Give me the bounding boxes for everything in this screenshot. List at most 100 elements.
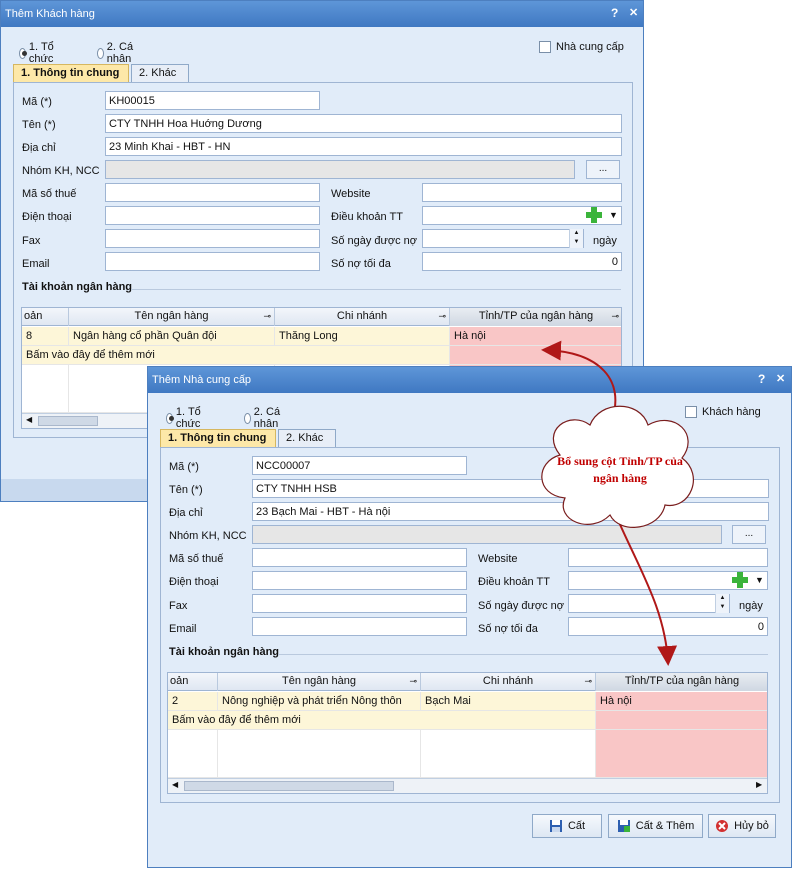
col-header-branch[interactable]: Chi nhánh ⊸ bbox=[275, 308, 450, 326]
col-header-account[interactable]: oản bbox=[168, 673, 218, 691]
close-button[interactable]: ✕ bbox=[776, 372, 785, 385]
pin-icon: ⊸ bbox=[584, 676, 592, 686]
plus-icon[interactable] bbox=[731, 571, 749, 589]
grid-cell-bank-name[interactable]: Ngân hàng cổ phần Quân đội bbox=[69, 327, 275, 346]
spinner-arrows-icon[interactable]: ▲ ▼ bbox=[569, 229, 583, 248]
col-header-branch[interactable]: Chi nhánh ⊸ bbox=[421, 673, 596, 691]
radio-person[interactable]: 2. Cá nhân bbox=[244, 406, 282, 430]
grid-empty-cell bbox=[596, 730, 767, 778]
address-input[interactable]: 23 Minh Khai - HBT - HN bbox=[105, 137, 622, 156]
label-name: Tên (*) bbox=[169, 484, 203, 496]
cancel-button[interactable]: Hủy bỏ bbox=[708, 814, 776, 838]
website-input[interactable] bbox=[422, 183, 622, 202]
save-button[interactable]: Cất bbox=[532, 814, 602, 838]
label-payment-terms: Điều khoản TT bbox=[478, 576, 550, 588]
tax-code-input[interactable] bbox=[105, 183, 320, 202]
label-max-debt: Số nợ tối đa bbox=[331, 258, 391, 270]
col-header-bank-name[interactable]: Tên ngân hàng ⊸ bbox=[69, 308, 275, 326]
tab-other[interactable]: 2. Khác bbox=[131, 64, 189, 82]
fax-input[interactable] bbox=[252, 594, 467, 613]
grid-cell-account[interactable]: 8 bbox=[22, 327, 69, 346]
address-input[interactable]: 23 Bạch Mai - HBT - Hà nội bbox=[252, 502, 769, 521]
tab-general-info[interactable]: 1. Thông tin chung bbox=[13, 64, 129, 82]
grid-cell-province[interactable]: Hà nội bbox=[450, 327, 621, 346]
max-debt-input[interactable]: 0 bbox=[422, 252, 622, 271]
tab-general-info[interactable]: 1. Thông tin chung bbox=[160, 429, 276, 447]
spinner-arrows-icon[interactable]: ▲ ▼ bbox=[715, 594, 729, 613]
label-credit-days: Số ngày được nợ bbox=[331, 235, 418, 247]
help-button[interactable]: ? bbox=[758, 372, 765, 386]
title-bar[interactable]: Thêm Khách hàng ? ✕ bbox=[1, 1, 643, 27]
phone-input[interactable] bbox=[252, 571, 467, 590]
radio-organization[interactable]: 1. Tổ chức bbox=[166, 406, 204, 430]
floppy-disk-icon bbox=[549, 820, 562, 832]
scroll-thumb[interactable] bbox=[184, 781, 394, 791]
fax-input[interactable] bbox=[105, 229, 320, 248]
group-input[interactable] bbox=[252, 525, 722, 544]
section-divider bbox=[131, 289, 621, 290]
phone-input[interactable] bbox=[105, 206, 320, 225]
scroll-left-icon[interactable]: ◀ bbox=[26, 415, 32, 424]
close-button[interactable]: ✕ bbox=[629, 6, 638, 19]
col-header-bank-province[interactable]: Tỉnh/TP của ngân hàng bbox=[596, 673, 767, 691]
bank-accounts-heading: Tài khoản ngân hàng bbox=[22, 281, 133, 293]
label-name: Tên (*) bbox=[22, 119, 56, 131]
grid-cell-province-empty[interactable] bbox=[596, 711, 767, 730]
name-input[interactable]: CTY TNHH Hoa Huớng Dương bbox=[105, 114, 622, 133]
grid-cell-province[interactable]: Hà nội bbox=[596, 692, 767, 711]
col-header-bank-name[interactable]: Tên ngân hàng ⊸ bbox=[218, 673, 421, 691]
grid-empty-cell bbox=[421, 730, 596, 778]
scroll-right-icon[interactable]: ▶ bbox=[756, 780, 762, 789]
col-header-bank-province[interactable]: Tỉnh/TP của ngân hàng ⊸ bbox=[450, 308, 621, 326]
credit-days-input[interactable] bbox=[568, 594, 730, 613]
label-days-unit: ngày bbox=[593, 235, 617, 247]
checkbox-customer[interactable]: Khách hàng bbox=[685, 406, 761, 418]
pin-icon: ⊸ bbox=[263, 311, 271, 321]
window-title: Thêm Khách hàng bbox=[5, 8, 95, 20]
horizontal-scrollbar[interactable]: ◀ ▶ bbox=[168, 778, 767, 793]
label-website: Website bbox=[331, 188, 371, 200]
grid-cell-province-empty[interactable] bbox=[450, 346, 621, 365]
group-browse-button[interactable]: ... bbox=[732, 525, 766, 544]
scroll-thumb[interactable] bbox=[38, 416, 98, 426]
code-input[interactable]: NCC00007 bbox=[252, 456, 467, 475]
grid-cell-branch[interactable]: Thăng Long bbox=[275, 327, 450, 346]
email-input[interactable] bbox=[252, 617, 467, 636]
website-input[interactable] bbox=[568, 548, 768, 567]
radio-organization[interactable]: 1. Tổ chức bbox=[19, 41, 57, 65]
grid-add-new-row[interactable]: Bấm vào đây để thêm mới bbox=[168, 711, 596, 730]
plus-icon[interactable] bbox=[585, 206, 603, 224]
grid-empty-cell bbox=[22, 365, 69, 413]
pin-icon: ⊸ bbox=[611, 311, 619, 321]
name-input[interactable]: CTY TNHH HSB bbox=[252, 479, 769, 498]
label-address: Địa chỉ bbox=[22, 142, 56, 154]
grid-cell-bank-name[interactable]: Nông nghiệp và phát triển Nông thôn bbox=[218, 692, 421, 711]
chevron-down-icon[interactable]: ▼ bbox=[755, 575, 764, 585]
label-address: Địa chỉ bbox=[169, 507, 203, 519]
help-button[interactable]: ? bbox=[611, 6, 618, 20]
group-input[interactable] bbox=[105, 160, 575, 179]
radio-unselected-icon bbox=[97, 47, 104, 59]
label-group: Nhóm KH, NCC bbox=[169, 530, 247, 542]
grid-cell-account[interactable]: 2 bbox=[168, 692, 218, 711]
tab-other[interactable]: 2. Khác bbox=[278, 429, 336, 447]
radio-person[interactable]: 2. Cá nhân bbox=[97, 41, 135, 65]
label-code: Mã (*) bbox=[22, 96, 52, 108]
checkbox-supplier[interactable]: Nhà cung cấp bbox=[539, 41, 624, 53]
email-input[interactable] bbox=[105, 252, 320, 271]
radio-selected-icon bbox=[19, 47, 27, 59]
code-input[interactable]: KH00015 bbox=[105, 91, 320, 110]
chevron-down-icon[interactable]: ▼ bbox=[609, 210, 618, 220]
save-and-new-button[interactable]: Cất & Thêm bbox=[608, 814, 703, 838]
grid-cell-branch[interactable]: Bạch Mai bbox=[421, 692, 596, 711]
grid-add-new-row[interactable]: Bấm vào đây để thêm mới bbox=[22, 346, 450, 365]
group-browse-button[interactable]: ... bbox=[586, 160, 620, 179]
max-debt-input[interactable]: 0 bbox=[568, 617, 768, 636]
credit-days-input[interactable] bbox=[422, 229, 584, 248]
col-header-account[interactable]: oản bbox=[22, 308, 69, 326]
tax-code-input[interactable] bbox=[252, 548, 467, 567]
radio-unselected-icon bbox=[244, 412, 251, 424]
scroll-left-icon[interactable]: ◀ bbox=[172, 780, 178, 789]
title-bar[interactable]: Thêm Nhà cung cấp ? ✕ bbox=[148, 367, 791, 393]
bank-accounts-grid[interactable]: oản Tên ngân hàng ⊸ Chi nhánh ⊸ Tỉnh/TP củ… bbox=[167, 672, 768, 794]
